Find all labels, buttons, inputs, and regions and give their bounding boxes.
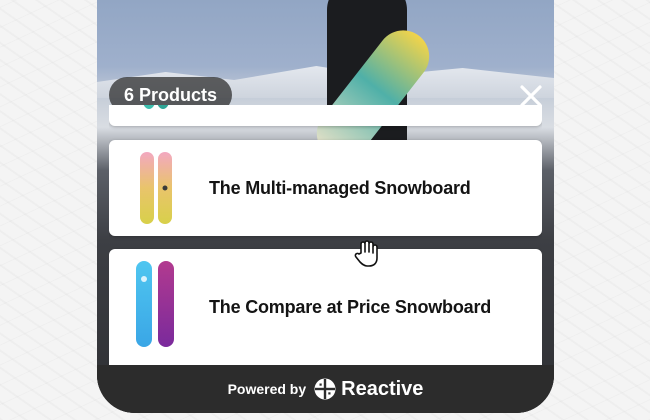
snowboard-teal-thumb [109, 105, 209, 126]
product-title: The Compare at Price Snowboard [209, 296, 492, 317]
snowboard-blue-purple-thumb [109, 249, 209, 365]
shoppable-video-widget: 6 Products The Multi-managed Snowboard T… [97, 0, 554, 413]
powered-by-label: Powered by [227, 381, 307, 397]
reactive-logo-icon [314, 378, 336, 400]
product-card[interactable]: The Compare at Price Snowboard [109, 249, 542, 365]
product-card[interactable]: The Multi-managed Snowboard [109, 140, 542, 236]
hand-cursor-icon [354, 240, 378, 267]
brand-name: Reactive [341, 377, 424, 400]
product-list[interactable]: The Multi-managed Snowboard The Compare … [109, 105, 542, 365]
product-title: The Multi-managed Snowboard [209, 177, 471, 198]
product-card[interactable] [109, 105, 542, 126]
snowboard-pink-yellow-thumb [109, 140, 209, 236]
powered-by-footer: Powered by Reactive [97, 365, 554, 413]
